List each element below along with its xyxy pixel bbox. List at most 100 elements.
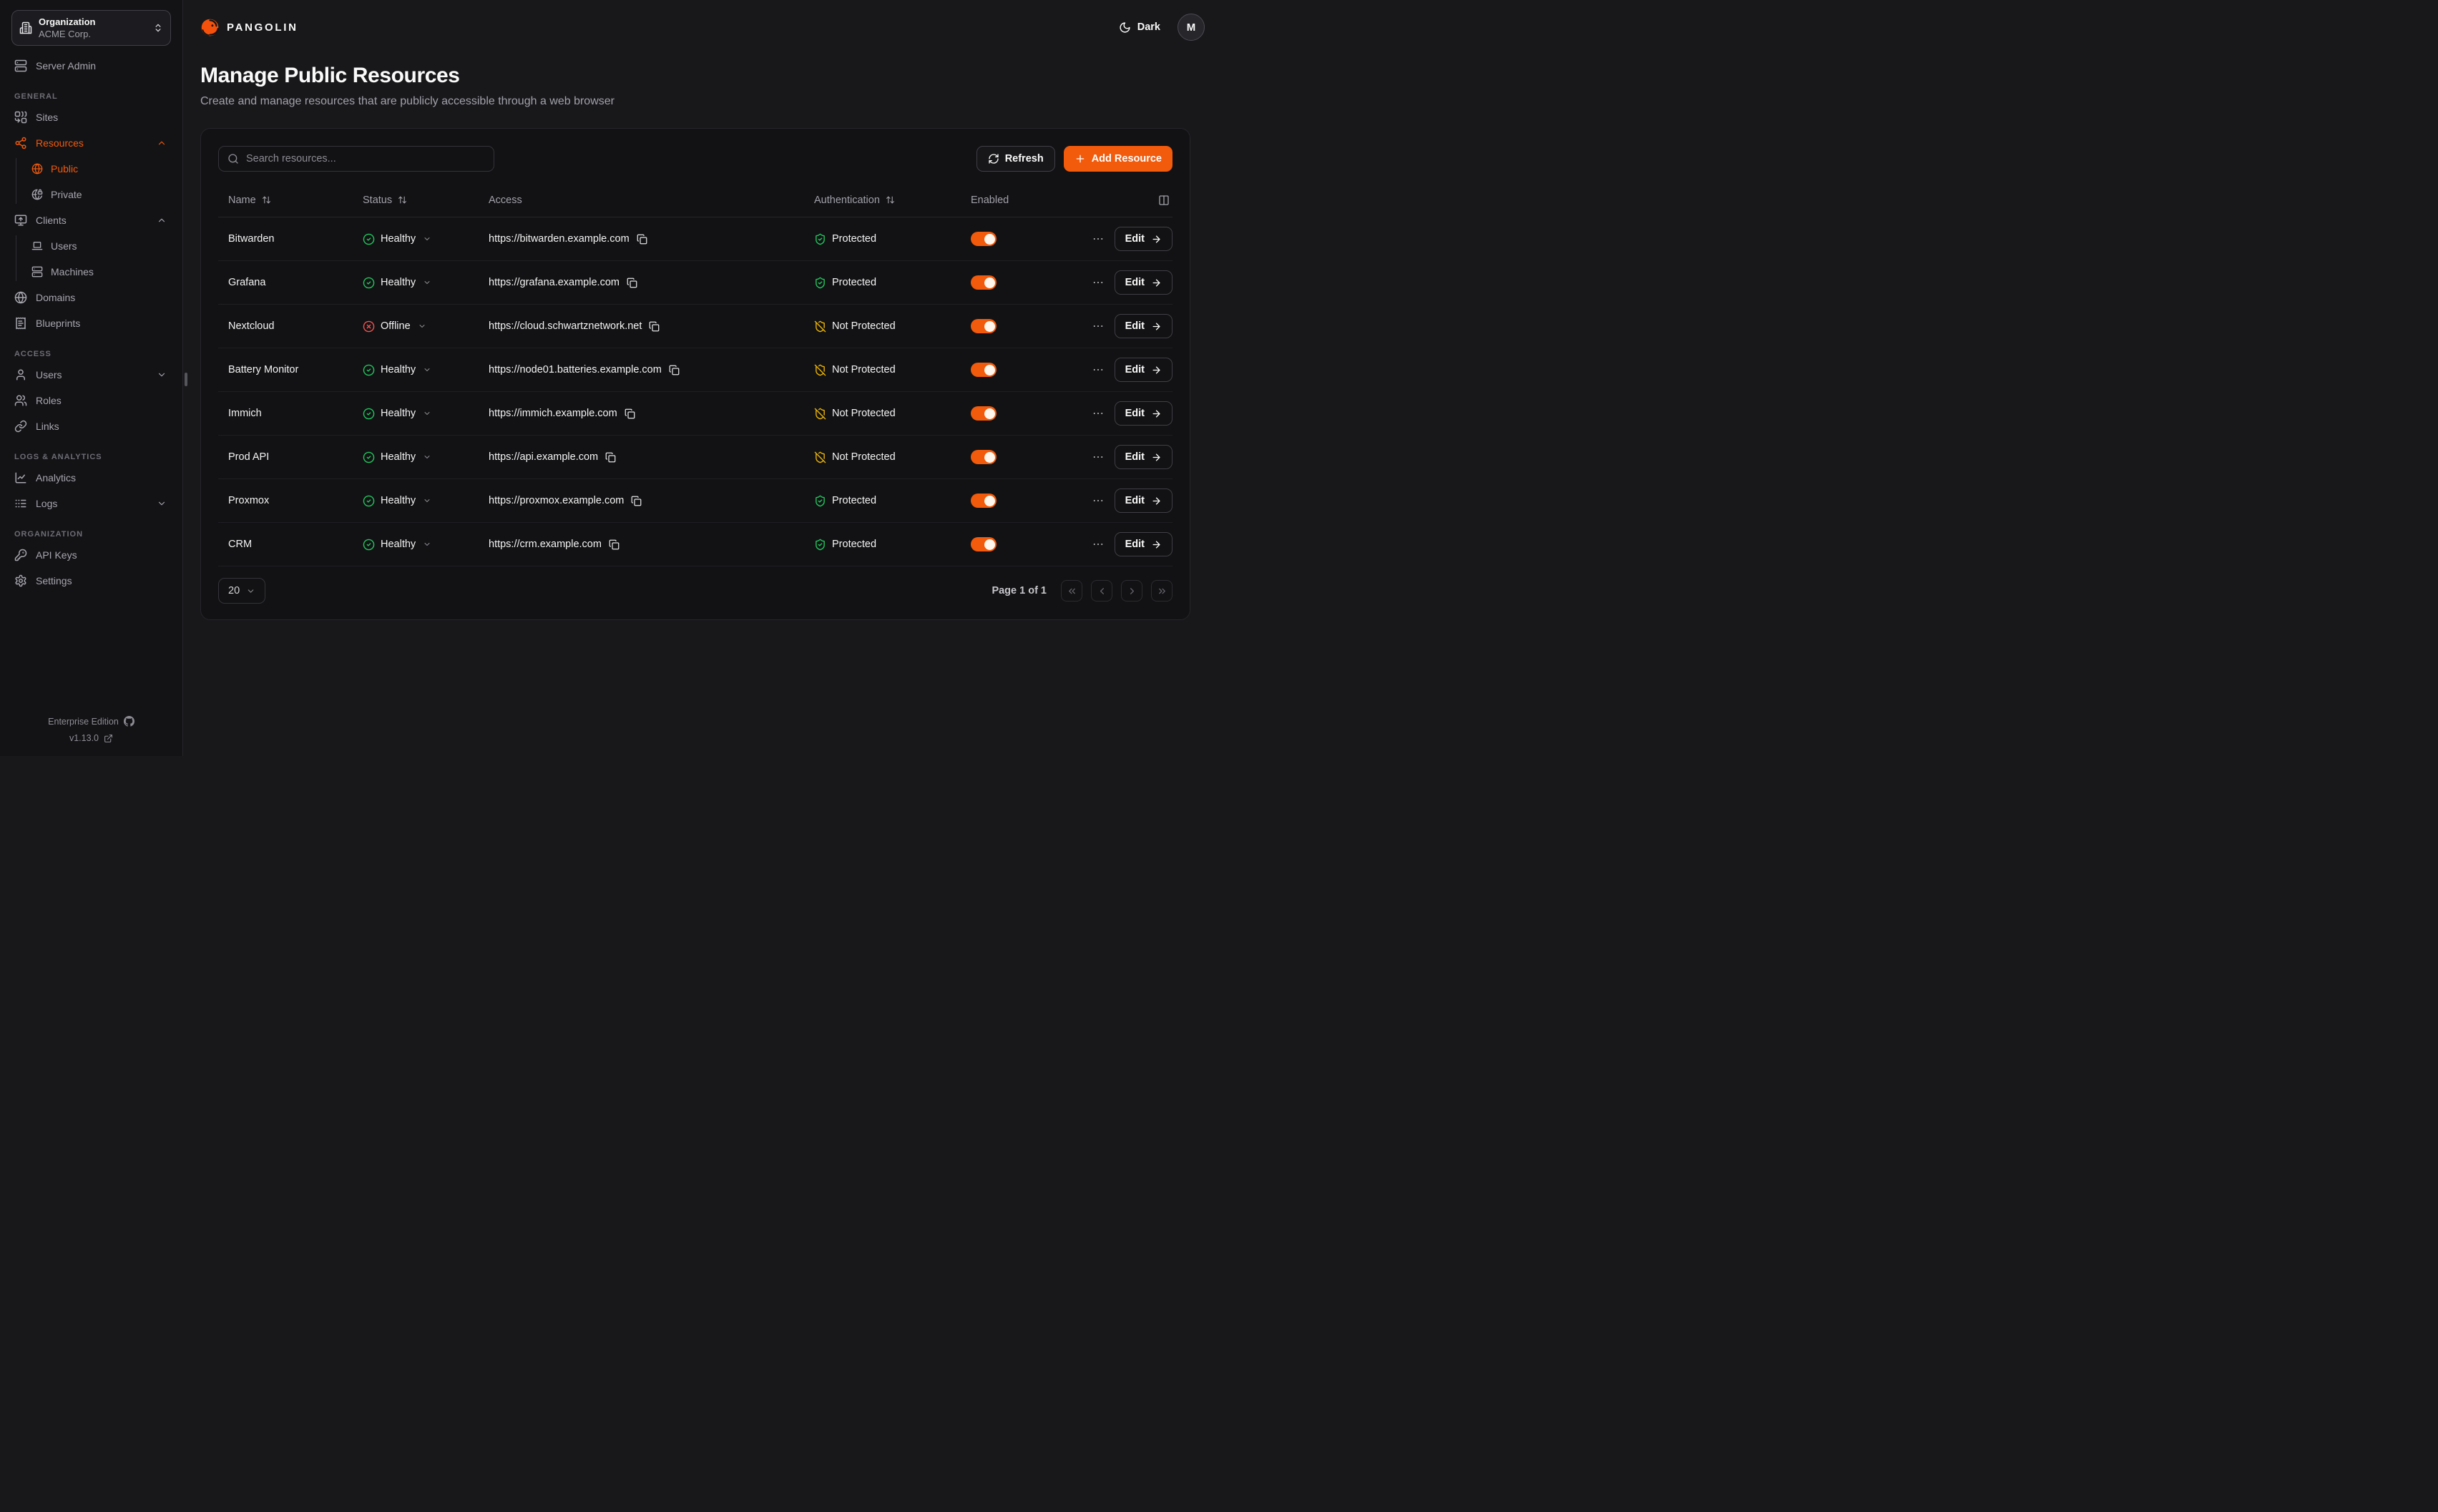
status-cell[interactable]: Healthy: [363, 277, 489, 289]
copy-icon[interactable]: [605, 452, 616, 463]
sidebar-item-api-keys[interactable]: API Keys: [11, 542, 171, 568]
sidebar-item-client-users[interactable]: Users: [11, 233, 171, 259]
next-page-button[interactable]: [1121, 580, 1142, 602]
enabled-toggle[interactable]: [971, 450, 997, 464]
resource-url[interactable]: https://bitwarden.example.com: [489, 233, 630, 245]
plus-icon: [1074, 153, 1086, 165]
copy-icon[interactable]: [649, 321, 660, 332]
topbar: PANGOLIN Dark M: [200, 0, 1205, 54]
copy-icon[interactable]: [631, 496, 642, 506]
copy-icon[interactable]: [625, 408, 635, 419]
github-icon[interactable]: [124, 716, 134, 727]
arrow-right-icon: [1151, 452, 1162, 463]
column-visibility-button[interactable]: [1088, 195, 1173, 206]
sidebar-item-analytics[interactable]: Analytics: [11, 465, 171, 491]
status-cell[interactable]: Offline: [363, 320, 489, 333]
access-cell: https://node01.batteries.example.com: [489, 364, 814, 375]
status-cell[interactable]: Healthy: [363, 364, 489, 376]
enabled-toggle[interactable]: [971, 406, 997, 421]
status-cell[interactable]: Healthy: [363, 451, 489, 463]
pager-buttons: [1061, 580, 1173, 602]
ellipsis-icon[interactable]: [1092, 494, 1105, 507]
copy-icon[interactable]: [669, 365, 680, 375]
search-input[interactable]: [246, 153, 485, 165]
resource-url[interactable]: https://cloud.schwartznetwork.net: [489, 320, 642, 332]
sidebar-item-private[interactable]: Private: [11, 182, 171, 207]
sidebar-item-label: Settings: [36, 575, 167, 586]
resource-url[interactable]: https://proxmox.example.com: [489, 495, 624, 506]
ellipsis-icon[interactable]: [1092, 451, 1105, 463]
ellipsis-icon[interactable]: [1092, 232, 1105, 245]
sidebar-item-public[interactable]: Public: [11, 156, 171, 182]
sidebar-item-blueprints[interactable]: Blueprints: [11, 310, 171, 336]
sidebar-item-resources[interactable]: Resources: [11, 130, 171, 156]
column-header-authentication[interactable]: Authentication: [814, 195, 971, 206]
sidebar-item-users[interactable]: Users: [11, 362, 171, 388]
status-cell[interactable]: Healthy: [363, 233, 489, 245]
edit-button[interactable]: Edit: [1115, 489, 1173, 513]
chevron-down-icon: [157, 370, 167, 380]
chevron-down-icon: [423, 235, 431, 243]
edit-button[interactable]: Edit: [1115, 445, 1173, 469]
prev-page-button[interactable]: [1091, 580, 1112, 602]
ellipsis-icon[interactable]: [1092, 538, 1105, 551]
column-header-enabled: Enabled: [971, 195, 1088, 206]
enabled-toggle[interactable]: [971, 363, 997, 377]
resource-url[interactable]: https://node01.batteries.example.com: [489, 364, 662, 375]
enabled-toggle[interactable]: [971, 319, 997, 333]
enabled-toggle[interactable]: [971, 232, 997, 246]
avatar[interactable]: M: [1178, 14, 1205, 41]
sidebar-scrollbar-thumb[interactable]: [185, 373, 187, 386]
edit-button[interactable]: Edit: [1115, 532, 1173, 556]
copy-icon[interactable]: [637, 234, 647, 245]
resource-name: Immich: [228, 408, 363, 419]
shield-off-icon: [814, 364, 826, 376]
edit-button[interactable]: Edit: [1115, 227, 1173, 251]
ellipsis-icon[interactable]: [1092, 363, 1105, 376]
status-cell[interactable]: Healthy: [363, 539, 489, 551]
link-icon: [14, 420, 27, 433]
edit-button[interactable]: Edit: [1115, 358, 1173, 382]
column-header-status[interactable]: Status: [363, 195, 489, 206]
sidebar-item-machines[interactable]: Machines: [11, 259, 171, 285]
column-header-name[interactable]: Name: [228, 195, 363, 206]
resource-url[interactable]: https://grafana.example.com: [489, 277, 620, 288]
edit-button[interactable]: Edit: [1115, 270, 1173, 295]
copy-icon[interactable]: [609, 539, 620, 550]
server-icon: [14, 59, 27, 72]
sidebar-item-sites[interactable]: Sites: [11, 104, 171, 130]
resource-url[interactable]: https://api.example.com: [489, 451, 598, 463]
edit-button[interactable]: Edit: [1115, 401, 1173, 426]
enabled-toggle[interactable]: [971, 275, 997, 290]
access-cell: https://proxmox.example.com: [489, 495, 814, 506]
chevron-down-icon: [423, 409, 431, 418]
refresh-button[interactable]: Refresh: [976, 146, 1055, 172]
access-cell: https://cloud.schwartznetwork.net: [489, 320, 814, 332]
resource-url[interactable]: https://crm.example.com: [489, 539, 602, 550]
resource-url[interactable]: https://immich.example.com: [489, 408, 617, 419]
brand[interactable]: PANGOLIN: [200, 18, 298, 37]
sidebar-item-logs[interactable]: Logs: [11, 491, 171, 516]
enabled-toggle[interactable]: [971, 537, 997, 551]
theme-toggle[interactable]: Dark: [1119, 21, 1160, 34]
sidebar-item-domains[interactable]: Domains: [11, 285, 171, 310]
last-page-button[interactable]: [1151, 580, 1173, 602]
copy-icon[interactable]: [627, 278, 637, 288]
page-size-select[interactable]: 20: [218, 578, 265, 604]
ellipsis-icon[interactable]: [1092, 276, 1105, 289]
ellipsis-icon[interactable]: [1092, 407, 1105, 420]
first-page-button[interactable]: [1061, 580, 1082, 602]
sidebar-item-clients[interactable]: Clients: [11, 207, 171, 233]
status-cell[interactable]: Healthy: [363, 495, 489, 507]
ellipsis-icon[interactable]: [1092, 320, 1105, 333]
enabled-toggle[interactable]: [971, 494, 997, 508]
sidebar-item-links[interactable]: Links: [11, 413, 171, 439]
sidebar-item-roles[interactable]: Roles: [11, 388, 171, 413]
edit-button[interactable]: Edit: [1115, 314, 1173, 338]
sidebar-item-settings[interactable]: Settings: [11, 568, 171, 594]
sidebar-item-server-admin[interactable]: Server Admin: [11, 53, 171, 79]
add-resource-button[interactable]: Add Resource: [1064, 146, 1173, 172]
external-link-icon[interactable]: [104, 734, 113, 743]
status-cell[interactable]: Healthy: [363, 408, 489, 420]
org-switcher[interactable]: Organization ACME Corp.: [11, 10, 171, 46]
